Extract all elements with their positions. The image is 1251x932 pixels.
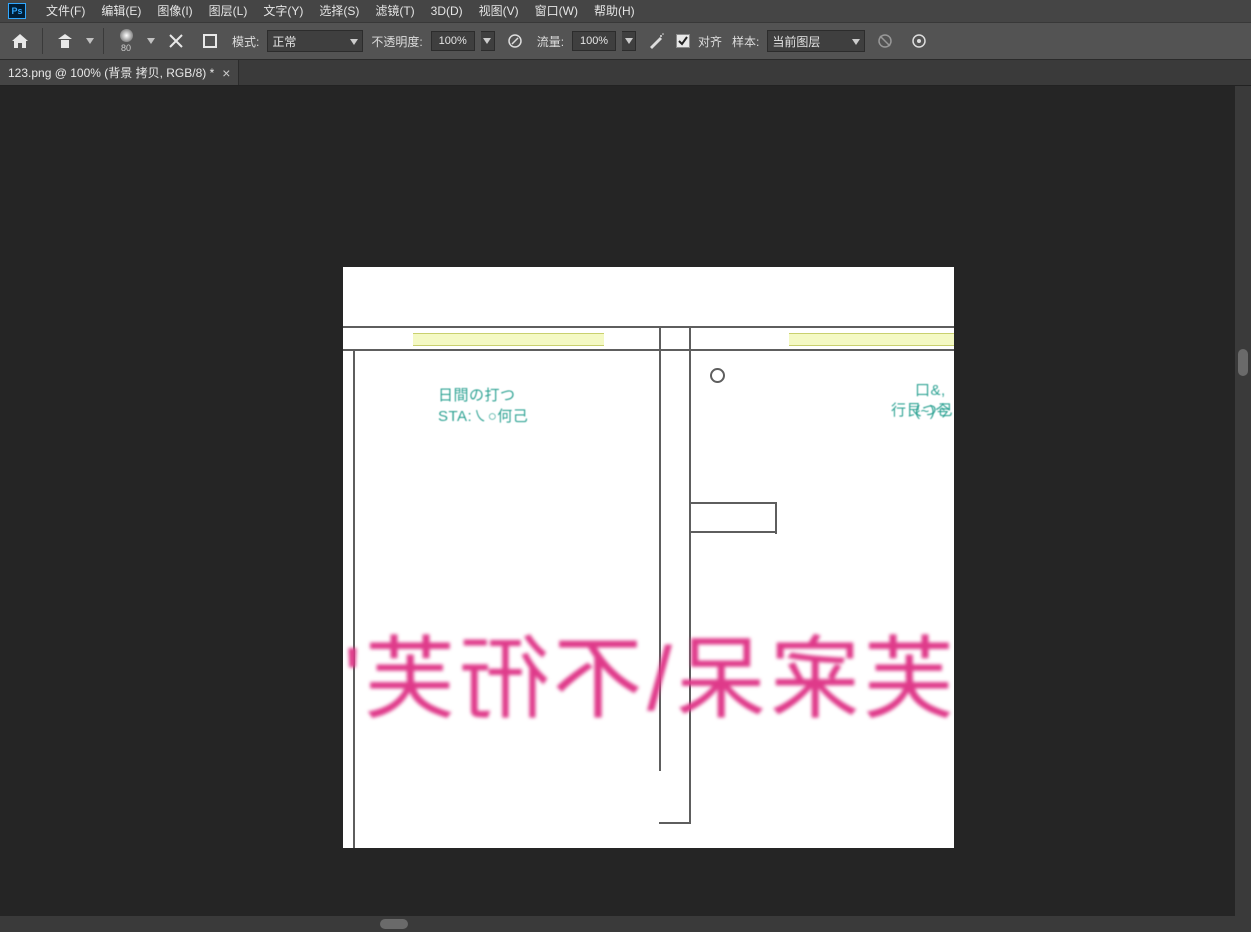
plan-line: [343, 326, 954, 328]
separator: [42, 28, 43, 54]
opacity-pressure-icon[interactable]: [501, 27, 529, 55]
plan-window: [413, 333, 604, 346]
scrollbar-horizontal[interactable]: [0, 916, 1235, 932]
plan-label: STA:㇏○何己: [438, 405, 528, 426]
ignore-adjustment-icon[interactable]: [871, 27, 899, 55]
menu-file[interactable]: 文件(F): [38, 0, 93, 22]
plan-line: [689, 327, 691, 823]
menu-type[interactable]: 文字(Y): [255, 0, 311, 22]
menubar: Ps 文件(F) 编辑(E) 图像(I) 图层(L) 文字(Y) 选择(S) 滤…: [0, 0, 1251, 22]
plan-line: [659, 822, 691, 824]
separator: [103, 28, 104, 54]
size-pressure-icon[interactable]: [905, 27, 933, 55]
brush-preset-dropdown-icon[interactable]: [146, 27, 156, 55]
menu-window[interactable]: 窗口(W): [527, 0, 586, 22]
plan-line: [343, 349, 954, 351]
sample-value: 当前图层: [772, 33, 820, 50]
overlay-text: 芙宷呆\不衎芙': [343, 635, 954, 725]
menu-image[interactable]: 图像(I): [149, 0, 200, 22]
plan-line: [690, 531, 777, 533]
menu-filter[interactable]: 滤镜(T): [367, 0, 422, 22]
document-tab[interactable]: 123.png @ 100% (背景 拷贝, RGB/8) * ×: [0, 60, 239, 85]
scrollbar-thumb[interactable]: [380, 919, 408, 929]
align-checkbox[interactable]: [676, 34, 690, 48]
document-tab-title: 123.png @ 100% (背景 拷贝, RGB/8) *: [8, 64, 214, 81]
close-icon[interactable]: ×: [222, 66, 230, 80]
brush-panel-icon[interactable]: [162, 27, 190, 55]
plan-label: 日間の打つ: [438, 384, 516, 405]
scrollbar-corner: [1235, 916, 1251, 932]
brush-preset[interactable]: 80: [112, 29, 140, 53]
menu-layer[interactable]: 图层(L): [201, 0, 256, 22]
plan-label: 行艮つ己: [891, 399, 953, 420]
menu-view[interactable]: 视图(V): [471, 0, 527, 22]
flow-field[interactable]: 100%: [572, 31, 616, 51]
plan-window: [789, 333, 954, 346]
mode-label: 模式:: [230, 33, 261, 50]
clone-source-icon[interactable]: [51, 27, 79, 55]
scrollbar-vertical[interactable]: [1235, 86, 1251, 916]
airbrush-icon[interactable]: [642, 27, 670, 55]
brush-preview-icon: [120, 29, 133, 42]
home-icon[interactable]: [6, 27, 34, 55]
flow-dropdown-icon[interactable]: [622, 31, 636, 51]
opacity-dropdown-icon[interactable]: [481, 31, 495, 51]
clone-panel-icon[interactable]: [196, 27, 224, 55]
sample-select[interactable]: 当前图层: [767, 30, 865, 52]
opacity-field[interactable]: 100%: [431, 31, 475, 51]
canvas[interactable]: 日間の打つ STA:㇏○何己 口&,(~)今 行艮つ己 芙宷呆\不衎芙': [343, 267, 954, 848]
mode-select[interactable]: 正常: [267, 30, 363, 52]
brush-size-label: 80: [121, 43, 131, 53]
menu-3d[interactable]: 3D(D): [423, 0, 471, 22]
menu-help[interactable]: 帮助(H): [586, 0, 643, 22]
document-tab-bar: 123.png @ 100% (背景 拷贝, RGB/8) * ×: [0, 60, 1251, 86]
plan-circle-icon: [710, 368, 725, 383]
options-bar: 80 模式: 正常 不透明度: 100% 流量: 100% 对齐 样本: 当前图…: [0, 22, 1251, 60]
mode-value: 正常: [272, 33, 296, 50]
menu-edit[interactable]: 编辑(E): [93, 0, 149, 22]
plan-line: [353, 351, 355, 848]
align-label: 对齐: [696, 33, 724, 50]
clone-source-dropdown-icon[interactable]: [85, 27, 95, 55]
menu-select[interactable]: 选择(S): [311, 0, 367, 22]
scrollbar-thumb[interactable]: [1238, 349, 1248, 376]
flow-label: 流量:: [535, 33, 566, 50]
ps-logo: Ps: [8, 3, 26, 19]
plan-line: [690, 502, 777, 504]
sample-label: 样本:: [730, 33, 761, 50]
plan-line: [775, 504, 777, 534]
opacity-label: 不透明度:: [369, 33, 424, 50]
